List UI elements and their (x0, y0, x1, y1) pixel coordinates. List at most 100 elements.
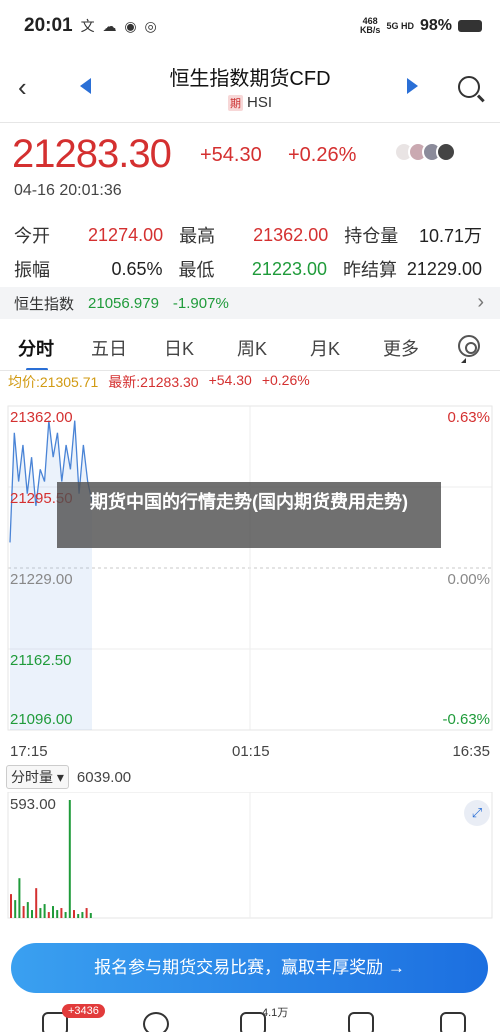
volume-bar (26, 902, 29, 918)
stat-value: 21223.00 (251, 258, 327, 279)
volume-bar (77, 914, 80, 918)
chart-tabs: 分时 五日 日K 周K 月K 更多 (0, 326, 500, 371)
comment-count-badge: +3436 (62, 1004, 105, 1018)
instrument-code: 期 HSI (227, 94, 272, 111)
chart-legend: 均价:21305.71 最新:21283.30 +54.30 +0.26% (8, 372, 310, 392)
time-label-start: 17:15 (10, 743, 48, 760)
stat-label: 持仓量 (344, 226, 399, 246)
chart-settings-icon[interactable] (458, 335, 480, 357)
battery-percent: 98% (419, 17, 452, 34)
divider (0, 122, 500, 123)
article-caption-overlay: 期货中国的行情走势(国内期货费用走势) (57, 482, 441, 548)
index-name: 恒生指数 (14, 295, 75, 313)
intraday-chart[interactable]: 21362.00 21295.50 21229.00 21162.50 21096.00… (0, 390, 500, 750)
notification-icons: 文 ☁ ◉ ◎ (80, 18, 159, 34)
chevron-right-icon: › (477, 291, 484, 313)
tab-monthly-k[interactable]: 月K (310, 335, 383, 361)
volume-bar (52, 906, 54, 918)
time-label-end: 16:35 (452, 743, 490, 760)
discussion-count: 4.1万 (262, 1007, 289, 1019)
tab-daily-k[interactable]: 日K (164, 335, 237, 361)
battery-icon (458, 20, 482, 32)
volume-bar (39, 908, 42, 918)
stat-value: 10.71万 (418, 226, 482, 246)
volume-bar (43, 904, 46, 918)
volume-bar (73, 910, 75, 918)
stat-label: 最高 (179, 226, 216, 246)
volume-bar (68, 800, 71, 918)
tab-five-day[interactable]: 五日 (91, 335, 164, 361)
y-axis-label: 21229.00 (10, 571, 73, 588)
latest-change: +54.30 (208, 372, 252, 388)
tab-intraday[interactable]: 分时 (18, 335, 91, 371)
stats-row: 今开 21274.00 最高 21362.00 持仓量 10.71万 (14, 218, 484, 252)
volume-max-label: 593.00 (10, 796, 56, 813)
competition-banner-button[interactable]: 报名参与期货交易比赛，赢取丰厚奖励 → (11, 943, 488, 993)
volume-value: 6039.00 (76, 768, 132, 786)
index-value: 21056.979 (88, 294, 159, 312)
avg-price: 均价:21305.71 (8, 374, 99, 390)
index-percent: -1.907% (172, 294, 229, 312)
volume-bar (10, 894, 12, 918)
futures-badge: 期 (227, 95, 243, 111)
stat-value: 21362.00 (253, 224, 329, 245)
latest-price: 最新:21283.30 (108, 374, 199, 390)
y-axis-label: 21162.50 (10, 652, 71, 669)
y-axis-percent-label: 0.00% (447, 571, 490, 588)
status-time: 20:01 (24, 15, 73, 36)
signal-icon: 5G HD (386, 21, 414, 31)
volume-header: 分时量 ▾ 6039.00 (6, 765, 132, 789)
stats-table: 今开 21274.00 最高 21362.00 持仓量 10.71万 振幅 0.… (14, 218, 484, 286)
volume-bar (81, 912, 84, 918)
price-chart-svg: 21362.0021295.5021229.0021162.5021096.00… (7, 405, 493, 731)
tab-weekly-k[interactable]: 周K (237, 335, 310, 361)
y-axis-percent-label: 0.63% (447, 409, 490, 426)
volume-chart-svg (7, 791, 493, 919)
price-change-percent: +0.26% (288, 144, 357, 166)
stat-value: 0.65% (111, 258, 163, 279)
trend-icon[interactable] (348, 1012, 374, 1032)
volume-bar (35, 888, 38, 918)
volume-bar (60, 908, 63, 918)
volume-bar (18, 878, 21, 918)
page-title: 恒生指数期货CFD (169, 68, 331, 90)
volume-bar (31, 910, 33, 918)
quote-timestamp: 04-16 20:01:36 (14, 182, 122, 199)
search-icon[interactable] (458, 76, 480, 98)
price-change: +54.30 (200, 144, 262, 166)
avatar (436, 142, 456, 162)
network-speed: 468 KB/s (359, 16, 381, 35)
divider (0, 370, 500, 371)
volume-bar (56, 910, 59, 918)
y-axis-label: 21362.00 (10, 409, 73, 426)
status-bar: 20:01 文 ☁ ◉ ◎ 468 KB/s 5G HD 98% (0, 0, 500, 52)
stat-label: 今开 (14, 226, 50, 246)
y-axis-label: 21096.00 (10, 711, 73, 728)
time-label-mid: 01:15 (232, 743, 270, 760)
stat-value: 21274.00 (88, 224, 164, 245)
volume-selector[interactable]: 分时量 ▾ (6, 765, 69, 789)
stat-value: 21229.00 (406, 258, 482, 279)
stat-label: 昨结算 (343, 260, 397, 280)
volume-bar (85, 908, 88, 918)
last-price: 21283.30 (12, 132, 172, 176)
y-axis-percent-label: -0.63% (442, 711, 490, 728)
stat-label: 振幅 (14, 260, 50, 280)
volume-bar (22, 906, 25, 918)
tab-more[interactable]: 更多 (383, 335, 466, 363)
stat-label: 最低 (178, 260, 215, 280)
volume-bar (47, 912, 50, 918)
latest-percent: +0.26% (261, 372, 310, 388)
menu-icon[interactable] (440, 1012, 466, 1032)
volume-bar (64, 912, 67, 918)
volume-bar (89, 913, 92, 918)
stats-row: 振幅 0.65% 最低 21223.00 昨结算 21229.00 (14, 252, 484, 286)
volume-chart (0, 791, 500, 922)
favorite-icon[interactable] (143, 1012, 169, 1032)
volume-bar (14, 900, 17, 918)
header: ‹ 恒生指数期货CFD 期 HSI (0, 52, 500, 122)
follower-avatars[interactable] (394, 142, 456, 162)
next-instrument-button[interactable] (407, 78, 418, 94)
expand-icon[interactable]: ⤢ (464, 800, 490, 826)
related-index-bar[interactable]: 恒生指数 21056.979 -1.907% › (0, 287, 500, 319)
